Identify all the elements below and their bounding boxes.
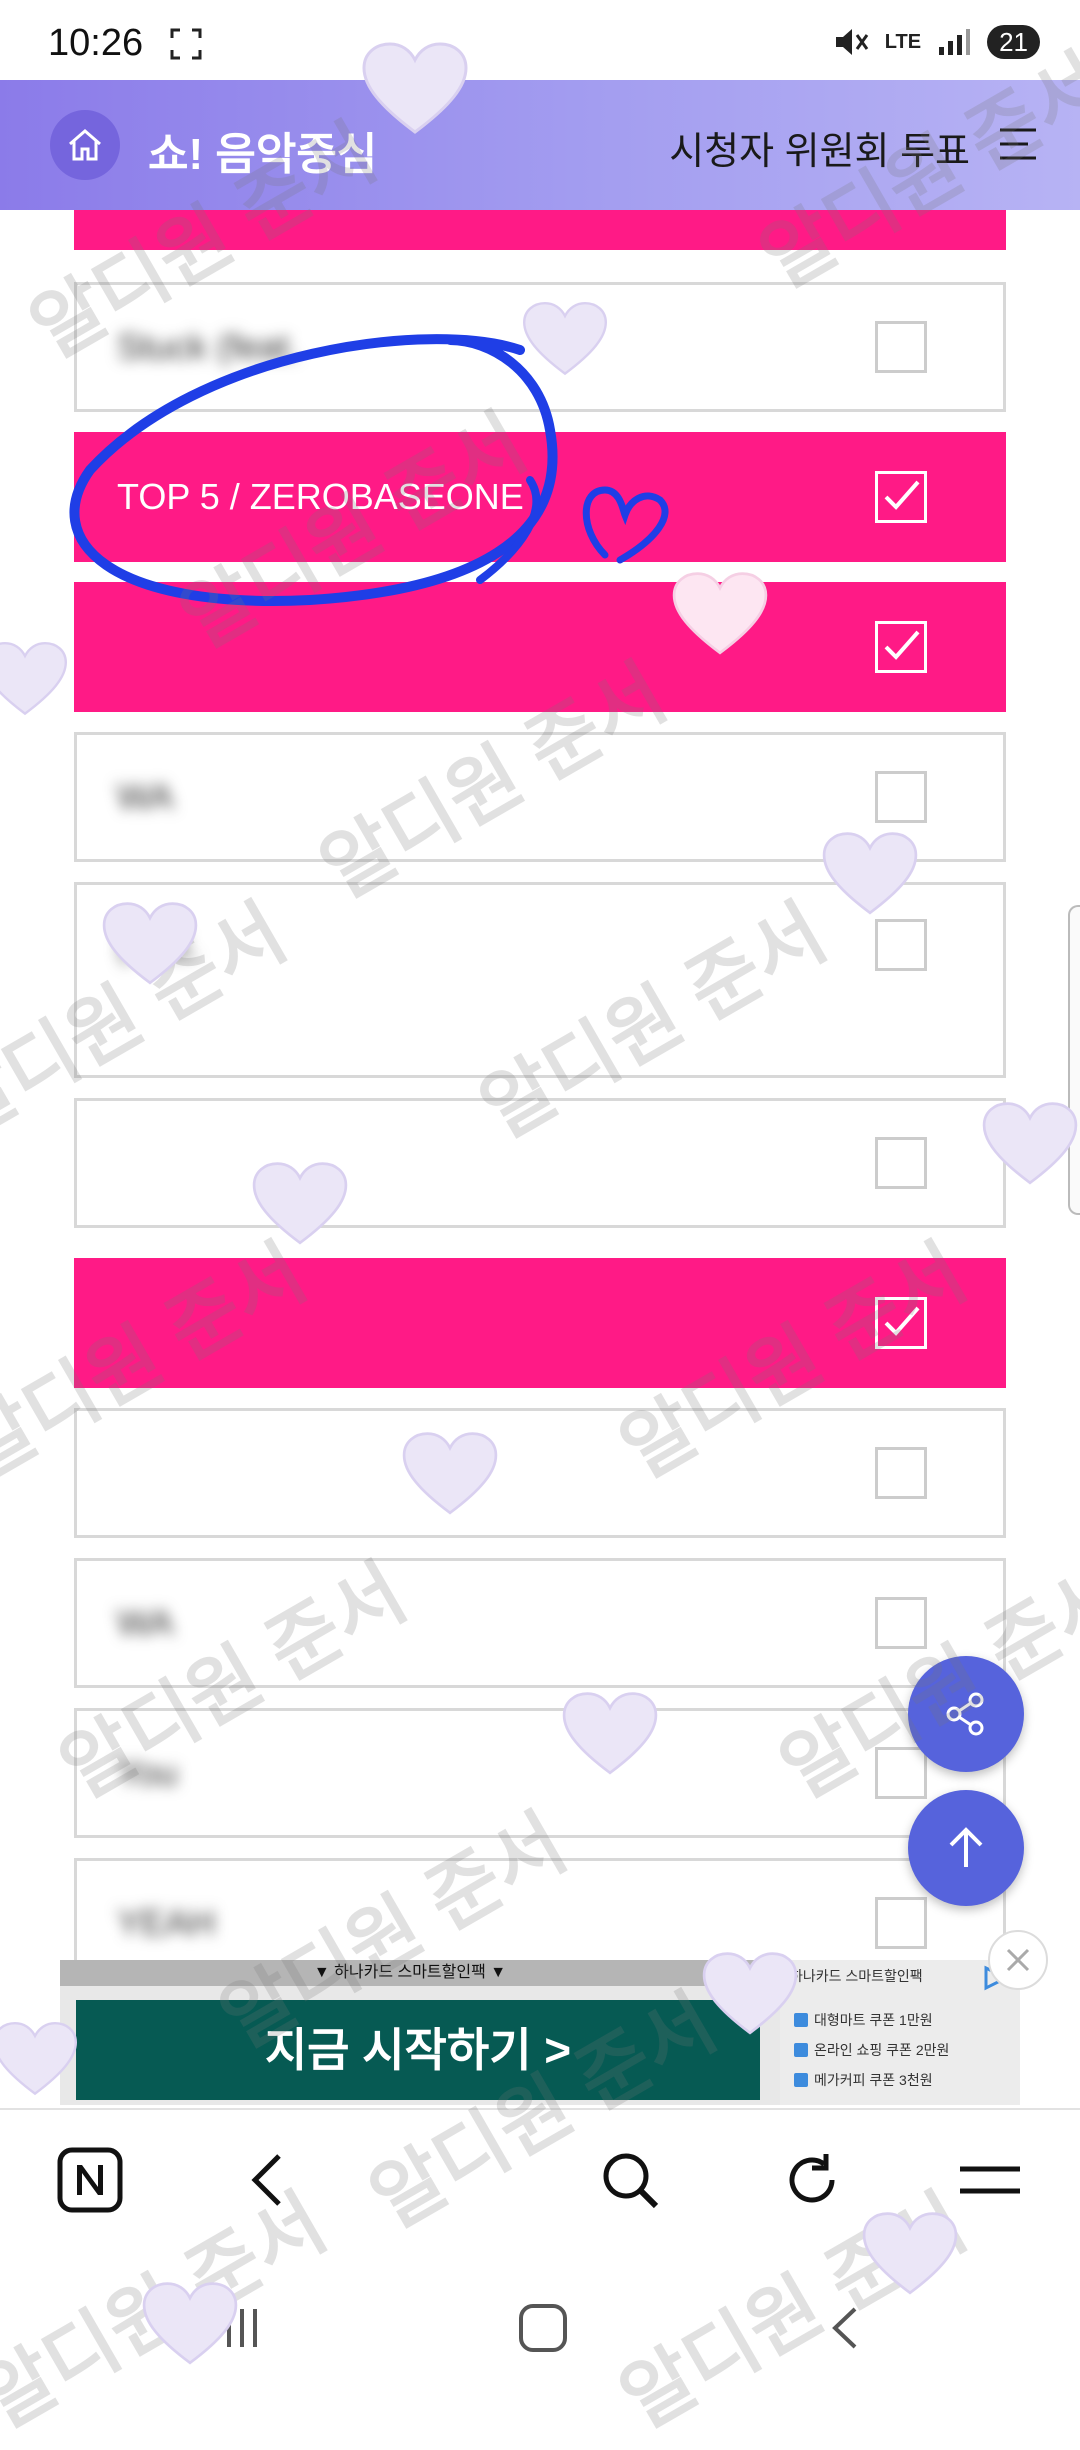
- vote-checkbox[interactable]: [875, 1597, 927, 1649]
- browser-toolbar: [0, 2108, 1080, 2254]
- recent-apps-button[interactable]: [207, 2298, 277, 2358]
- vote-row-label: You: [117, 1752, 178, 1793]
- vote-row[interactable]: [74, 1408, 1006, 1538]
- ad-item: 온라인 쇼핑 쿠폰 2만원: [794, 2040, 949, 2060]
- status-icons: LTE 21: [833, 22, 1040, 62]
- ad-item: 대형마트 쿠폰 1만원: [794, 2010, 933, 2030]
- page-subtitle: 시청자 위원회 투표: [669, 131, 970, 173]
- hamburger-icon: [960, 2166, 1020, 2194]
- heart-sticker: [0, 641, 68, 716]
- reload-icon: [789, 2154, 835, 2203]
- ad-cta-button[interactable]: 지금 시작하기 >: [76, 2000, 760, 2100]
- chevron-left-icon: [251, 2154, 281, 2206]
- ad-banner[interactable]: ▼ 하나카드 스마트할인팩 ▼ 지금 시작하기 > 하나카드 스마트할인팩 대형…: [60, 1960, 1020, 2105]
- vote-row-label: WA: [117, 776, 174, 817]
- system-nav-bar: [0, 2254, 1080, 2400]
- back-icon: [832, 2307, 857, 2349]
- vote-row[interactable]: WA: [74, 1558, 1006, 1688]
- vote-checkbox[interactable]: [875, 321, 927, 373]
- ad-item: 메가커피 쿠폰 3천원: [794, 2070, 933, 2090]
- vote-row[interactable]: WA: [74, 732, 1006, 862]
- home-square-icon: [519, 2304, 567, 2352]
- arrow-up-icon: [949, 1827, 983, 1867]
- app-header: 쇼! 음악중심 시청자 위원회 투표: [0, 80, 1080, 210]
- check-icon: [884, 1306, 920, 1336]
- mute-icon: [835, 29, 869, 55]
- vote-checkbox[interactable]: [875, 771, 927, 823]
- vote-checkbox-checked[interactable]: [875, 621, 927, 673]
- naver-home-button[interactable]: [50, 2140, 130, 2220]
- home-icon: [69, 129, 101, 161]
- status-bar: 10:26 LTE 21: [0, 0, 1080, 80]
- ad-header: ▼ 하나카드 스마트할인팩 ▼: [60, 1960, 760, 1986]
- recents-icon: [227, 2309, 257, 2347]
- edge-panel-handle[interactable]: [1068, 905, 1080, 1215]
- vote-checkbox[interactable]: [875, 919, 927, 971]
- check-icon: [884, 630, 920, 660]
- browser-menu-button[interactable]: [950, 2140, 1030, 2220]
- checkbox-icon: [794, 2043, 808, 2057]
- checkbox-icon: [794, 2013, 808, 2027]
- vote-row[interactable]: YEAH: [74, 1858, 1006, 1960]
- naver-n-icon: [57, 2147, 123, 2213]
- vote-checkbox-checked[interactable]: [875, 471, 927, 523]
- status-time: 10:26: [48, 22, 144, 64]
- back-button[interactable]: [228, 2140, 308, 2220]
- checkbox-icon: [794, 2073, 808, 2087]
- menu-icon[interactable]: [996, 124, 1040, 164]
- vote-checkbox-checked[interactable]: [875, 1297, 927, 1349]
- search-icon: [603, 2153, 659, 2209]
- back-nav-button[interactable]: [810, 2298, 880, 2358]
- share-button[interactable]: [908, 1656, 1024, 1772]
- ad-info-panel: 하나카드 스마트할인팩 대형마트 쿠폰 1만원 온라인 쇼핑 쿠폰 2만원 메가…: [780, 1960, 1020, 2105]
- search-button[interactable]: [590, 2140, 670, 2220]
- home-button[interactable]: [50, 110, 120, 180]
- vote-checkbox[interactable]: [875, 1747, 927, 1799]
- hand-drawn-heart: [582, 486, 669, 564]
- vote-row[interactable]: You: [74, 1708, 1006, 1838]
- reload-button[interactable]: [772, 2140, 852, 2220]
- battery-indicator: 21: [987, 25, 1040, 59]
- page-title: 쇼! 음악중심: [148, 130, 378, 179]
- vote-row[interactable]: (feat.: [74, 882, 1006, 1078]
- vote-row[interactable]: [74, 210, 1006, 250]
- vote-checkbox[interactable]: [875, 1897, 927, 1949]
- home-nav-button[interactable]: [508, 2298, 578, 2358]
- screen-capture-icon: [170, 28, 202, 60]
- signal-icon: [939, 29, 971, 55]
- scroll-top-button[interactable]: [908, 1790, 1024, 1906]
- vote-row-label: YEAH: [117, 1902, 216, 1943]
- vote-checkbox[interactable]: [875, 1447, 927, 1499]
- network-type: LTE: [884, 30, 922, 53]
- close-icon: [1006, 1948, 1030, 1972]
- check-icon: [884, 480, 920, 510]
- share-icon: [946, 1692, 984, 1736]
- vote-row[interactable]: [74, 1258, 1006, 1388]
- vote-row[interactable]: [74, 1098, 1006, 1228]
- vote-row-label: WA: [117, 1602, 174, 1643]
- vote-row-label: (feat.: [117, 925, 200, 966]
- ad-panel-title: 하나카드 스마트할인팩: [790, 1968, 923, 1984]
- ad-close-button[interactable]: [988, 1930, 1048, 1990]
- vote-checkbox[interactable]: [875, 1137, 927, 1189]
